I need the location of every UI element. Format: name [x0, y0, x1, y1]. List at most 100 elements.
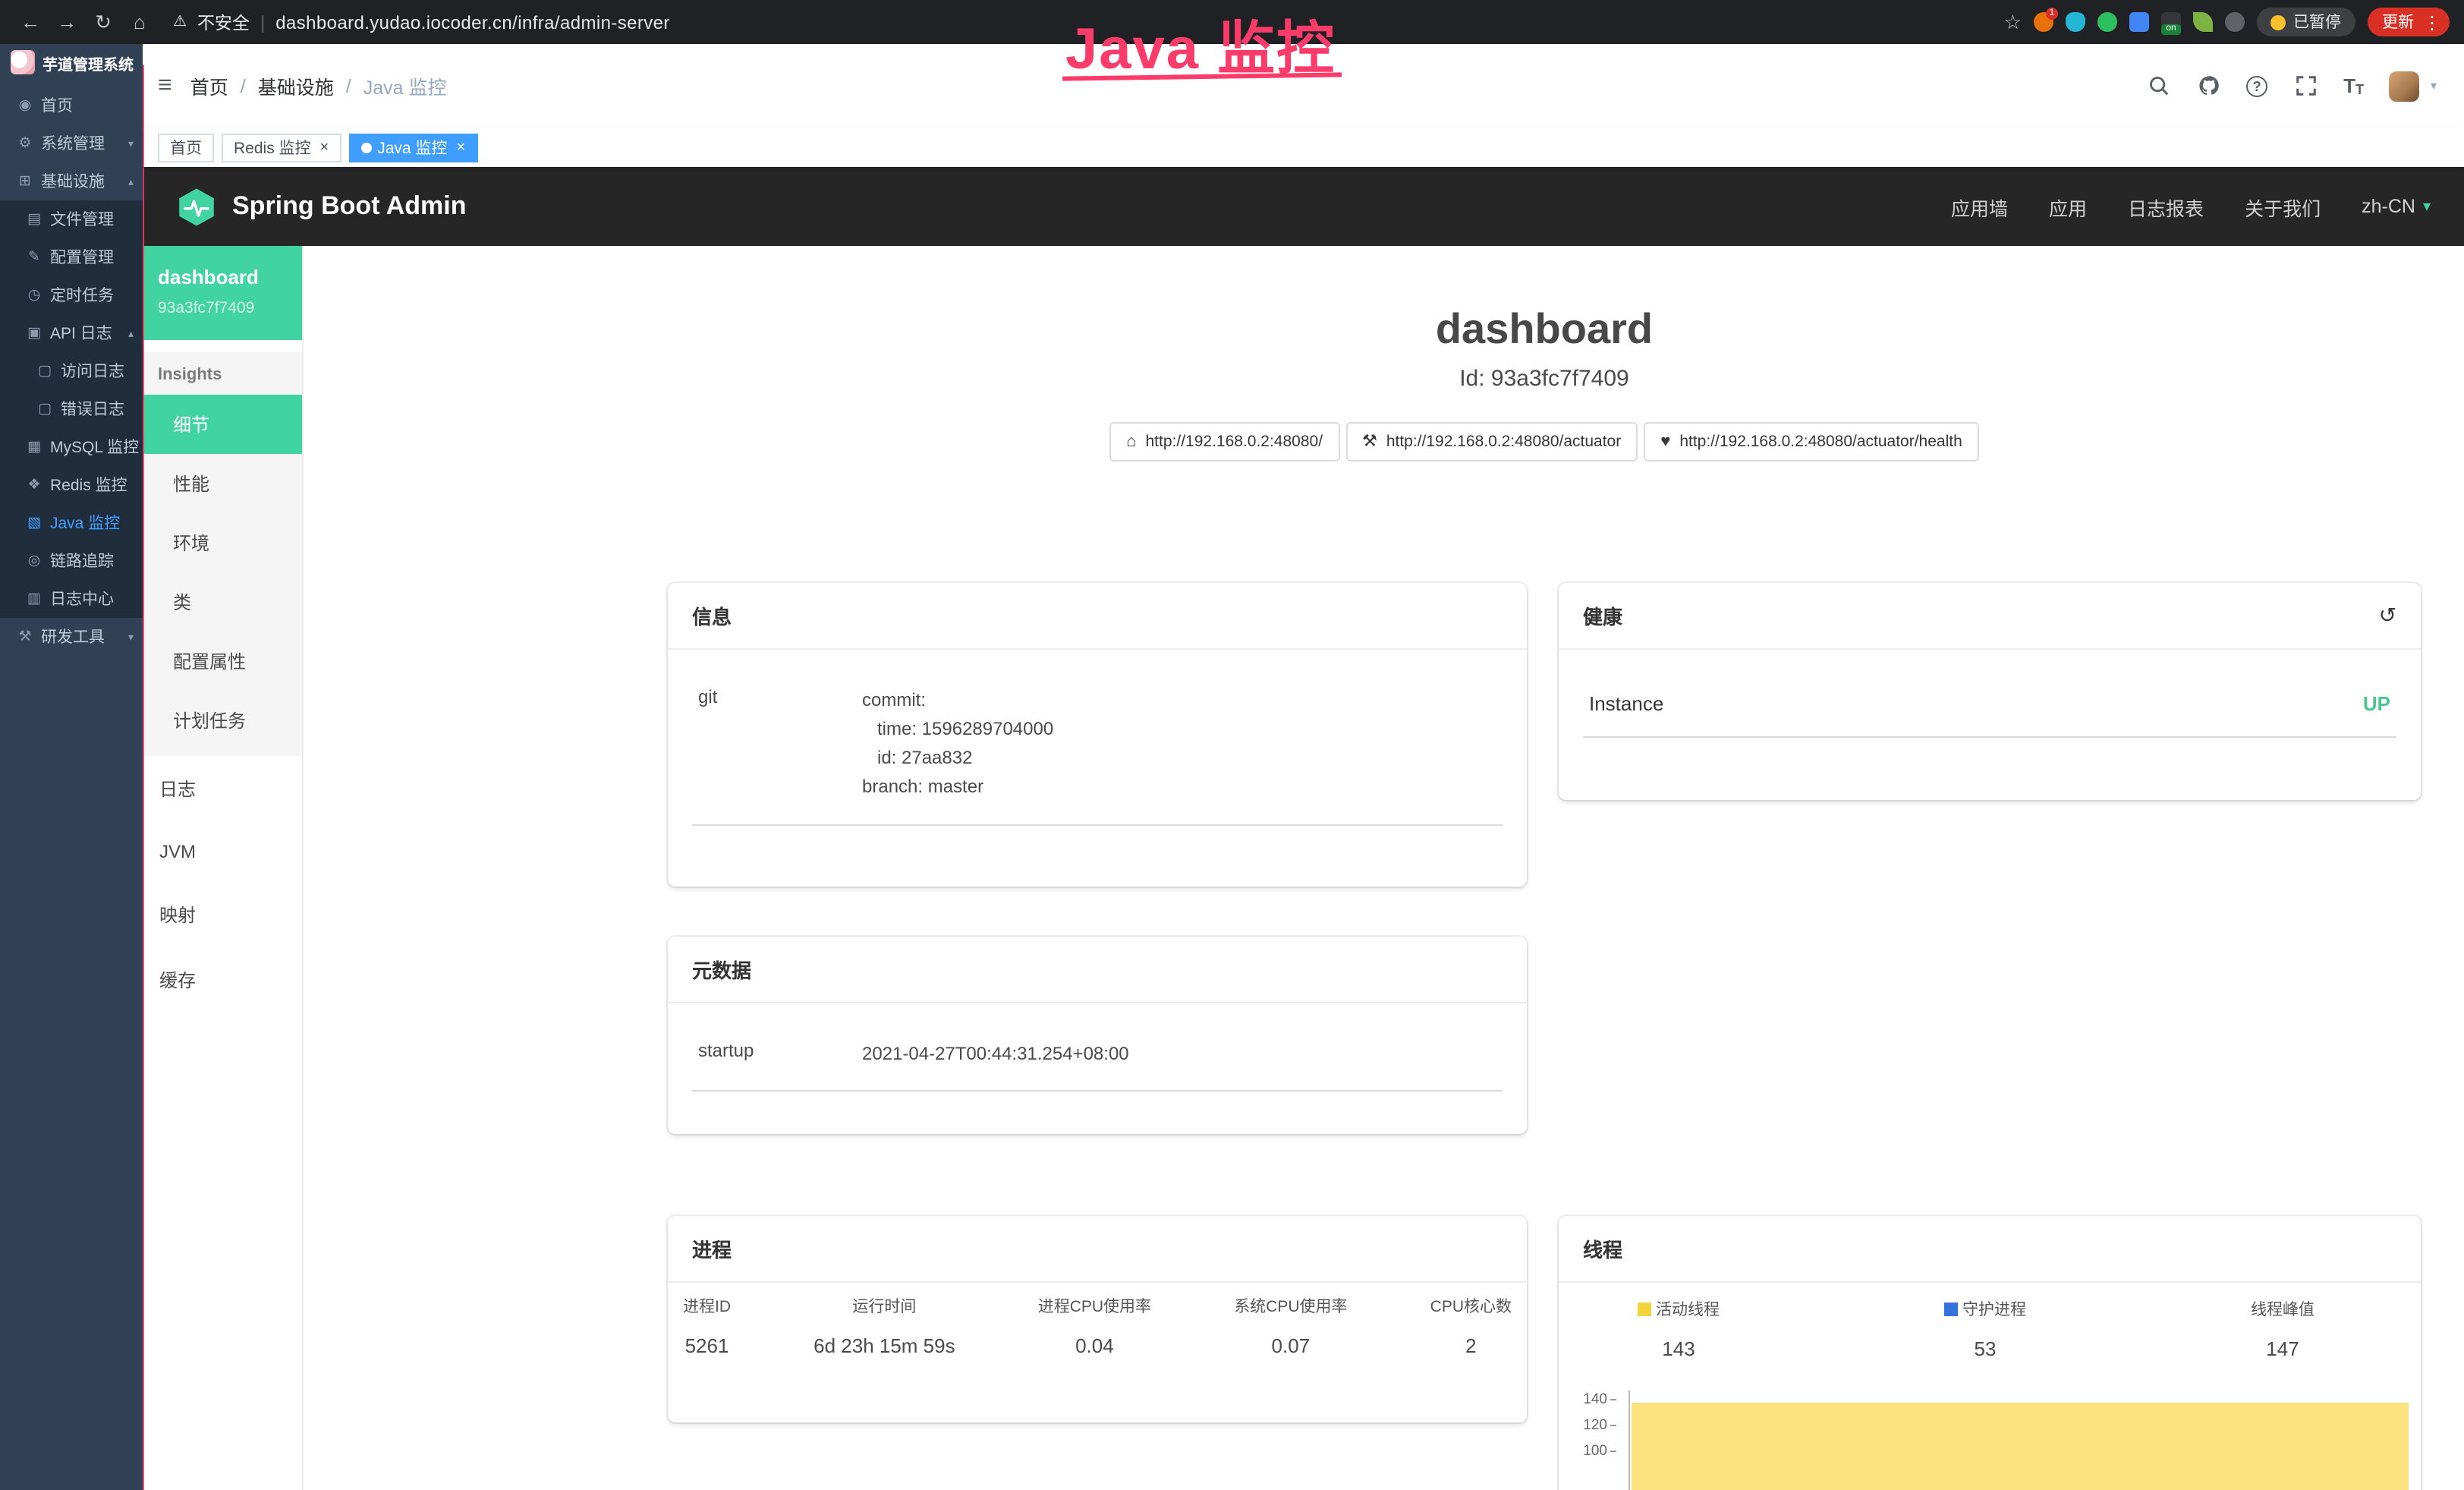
browser-reload-icon[interactable]: ↻ — [88, 10, 118, 34]
sba-nav-journal[interactable]: 日志报表 — [2128, 192, 2204, 221]
sidebar-item-system[interactable]: ⚙ 系统管理 ▾ — [0, 124, 143, 162]
sidebar-item-config[interactable]: ✎ 配置管理 — [0, 238, 143, 276]
sba-item-details[interactable]: 细节 — [143, 395, 302, 454]
browser-menu-icon[interactable]: ⋮ — [2423, 11, 2441, 33]
chevron-down-icon: ▾ — [128, 631, 134, 643]
security-label[interactable]: 不安全 — [197, 10, 250, 34]
tab-home[interactable]: 首页 — [158, 133, 214, 162]
browser-home-icon[interactable]: ⌂ — [124, 11, 155, 33]
close-icon[interactable]: × — [456, 139, 465, 156]
threads-chart: 140 120 100 — [1629, 1391, 2412, 1490]
page-url[interactable]: dashboard.yudao.iocoder.cn/infra/admin-s… — [275, 11, 670, 33]
help-icon[interactable]: ? — [2246, 75, 2267, 96]
home-icon: ◉ — [17, 97, 33, 114]
sba-item-caches[interactable]: 缓存 — [143, 947, 302, 1013]
locale-selector[interactable]: zh-CN ▾ — [2362, 196, 2431, 217]
sba-nav-about[interactable]: 关于我们 — [2245, 192, 2321, 221]
sidebar-item-home[interactable]: ◉ 首页 — [0, 87, 143, 124]
threads-card: 线程 活动线程 143 — [1559, 1216, 2421, 1490]
actuator-url-button[interactable]: ⚒ http://192.168.0.2:48080/actuator — [1345, 422, 1638, 461]
browser-extension-icon[interactable]: 1 — [2034, 12, 2053, 32]
y-axis-tick: 140 — [1571, 1391, 1616, 1408]
browser-forward-icon[interactable]: → — [52, 11, 82, 33]
bookmark-star-icon[interactable]: ☆ — [2004, 10, 2022, 34]
sidebar-item-file[interactable]: ▤ 文件管理 — [0, 200, 143, 238]
font-size-icon[interactable]: TT — [2343, 74, 2364, 97]
breadcrumb: 首页 / 基础设施 / Java 监控 — [190, 71, 447, 100]
health-icon: ♥ — [1660, 433, 1670, 451]
sba-item-metrics[interactable]: 性能 — [143, 454, 302, 513]
sidebar-item-log-center[interactable]: ▥ 日志中心 — [0, 580, 143, 618]
app-logo-row[interactable]: 芋道管理系统 — [0, 44, 143, 74]
sidebar-item-trace[interactable]: ◎ 链路追踪 — [0, 542, 143, 580]
sidebar-item-java-monitor[interactable]: ▧ Java 监控 — [0, 504, 143, 542]
sidebar-item-dev-tools[interactable]: ⚒ 研发工具 ▾ — [0, 618, 143, 656]
search-icon[interactable] — [2146, 74, 2170, 98]
browser-extension-icon[interactable] — [2193, 12, 2213, 32]
sba-brand-title[interactable]: Spring Boot Admin — [232, 191, 467, 222]
process-metric: 系统CPU使用率 0.07 — [1234, 1295, 1347, 1357]
sba-item-mappings[interactable]: 映射 — [143, 882, 302, 947]
instance-id-line: Id: 93a3fc7f7409 — [668, 366, 2421, 392]
annotation-line — [142, 65, 144, 1490]
browser-extension-icon[interactable]: on — [2161, 12, 2181, 32]
doc-icon: ▢ — [36, 401, 53, 417]
sidebar-item-access-log[interactable]: ▢ 访问日志 — [0, 352, 143, 390]
legend-live-threads: 活动线程 143 — [1638, 1298, 1720, 1360]
sidebar-item-api-log[interactable]: ▣ API 日志 ▴ — [0, 314, 143, 352]
sidebar-item-job[interactable]: ◷ 定时任务 — [0, 276, 143, 314]
breadcrumb-infra[interactable]: 基础设施 — [258, 71, 334, 100]
avatar-caret-icon[interactable]: ▾ — [2431, 79, 2437, 93]
sba-item-environment[interactable]: 环境 — [143, 513, 302, 572]
browser-back-icon[interactable]: ← — [15, 11, 46, 33]
browser-extension-icon[interactable] — [2225, 12, 2245, 32]
sba-content: dashboard Id: 93a3fc7f7409 ⌂ http://192.… — [304, 246, 2464, 1490]
sba-item-logs[interactable]: 日志 — [143, 756, 302, 821]
y-axis-tick: 100 — [1571, 1443, 1616, 1460]
breadcrumb-home[interactable]: 首页 — [190, 71, 228, 100]
metadata-value: 2021-04-27T00:44:31.254+08:00 — [862, 1040, 1496, 1069]
sba-nav-wallboard[interactable]: 应用墙 — [1951, 192, 2008, 221]
threads-card-title: 线程 — [1559, 1216, 2421, 1283]
sba-item-scheduled-tasks[interactable]: 计划任务 — [143, 691, 302, 750]
main-column: ≡ 首页 / 基础设施 / Java 监控 ? — [143, 44, 2464, 1490]
process-card: 进程 进程ID 5261 运行时间 6d 23h 15m 59s — [668, 1216, 1527, 1422]
health-url-button[interactable]: ♥ http://192.168.0.2:48080/actuator/heal… — [1644, 422, 1979, 461]
sba-item-classes[interactable]: 类 — [143, 572, 302, 632]
sidebar-item-infra[interactable]: ⊞ 基础设施 ▴ — [0, 162, 143, 200]
browser-extension-icon[interactable] — [2066, 12, 2085, 32]
smiley-icon — [2270, 14, 2286, 30]
app-sidebar: 芋道管理系统 ◉ 首页 ⚙ 系统管理 ▾ ⊞ 基础设施 ▴ — [0, 44, 143, 1490]
hamburger-icon[interactable]: ≡ — [158, 72, 172, 99]
service-url-button[interactable]: ⌂ http://192.168.0.2:48080/ — [1109, 422, 1339, 461]
legend-swatch — [1944, 1303, 1958, 1316]
sidebar-item-redis[interactable]: ❖ Redis 监控 — [0, 466, 143, 504]
info-card: 信息 git commit: time: 1596289704000 id: 2… — [668, 583, 1527, 887]
tab-java-monitor[interactable]: Java 监控 × — [348, 133, 477, 162]
health-instance-row[interactable]: Instance UP — [1583, 674, 2396, 738]
sidebar-item-error-log[interactable]: ▢ 错误日志 — [0, 390, 143, 428]
history-icon[interactable]: ↺ — [2379, 603, 2396, 628]
paused-badge[interactable]: 已暂停 — [2257, 8, 2355, 36]
legend-peak-threads: 线程峰值 147 — [2251, 1298, 2315, 1360]
tab-redis-monitor[interactable]: Redis 监控 × — [222, 133, 341, 162]
file-icon: ▤ — [26, 211, 42, 228]
not-secure-icon: ⚠ — [173, 14, 187, 30]
instance-header[interactable]: dashboard 93a3fc7f7409 — [143, 246, 302, 340]
sba-nav-applications[interactable]: 应用 — [2049, 192, 2087, 221]
github-icon[interactable] — [2196, 74, 2220, 98]
close-icon[interactable]: × — [320, 139, 329, 156]
process-card-title: 进程 — [668, 1216, 1527, 1283]
browser-update-button[interactable]: 更新 ⋮ — [2367, 8, 2449, 36]
browser-extension-icon[interactable] — [2129, 12, 2149, 32]
browser-extension-icon[interactable] — [2097, 12, 2117, 32]
mysql-icon: ▦ — [26, 439, 42, 455]
avatar[interactable] — [2390, 71, 2420, 101]
sidebar-item-mysql[interactable]: ▦ MySQL 监控 — [0, 428, 143, 466]
status-badge: UP — [2363, 692, 2390, 715]
tab-bar: 首页 Redis 监控 × Java 监控 × — [143, 128, 2464, 167]
sba-item-config-props[interactable]: 配置属性 — [143, 632, 302, 691]
chevron-down-icon: ▾ — [2423, 198, 2431, 215]
fullscreen-icon[interactable] — [2293, 74, 2318, 98]
sba-item-jvm[interactable]: JVM — [143, 821, 302, 882]
